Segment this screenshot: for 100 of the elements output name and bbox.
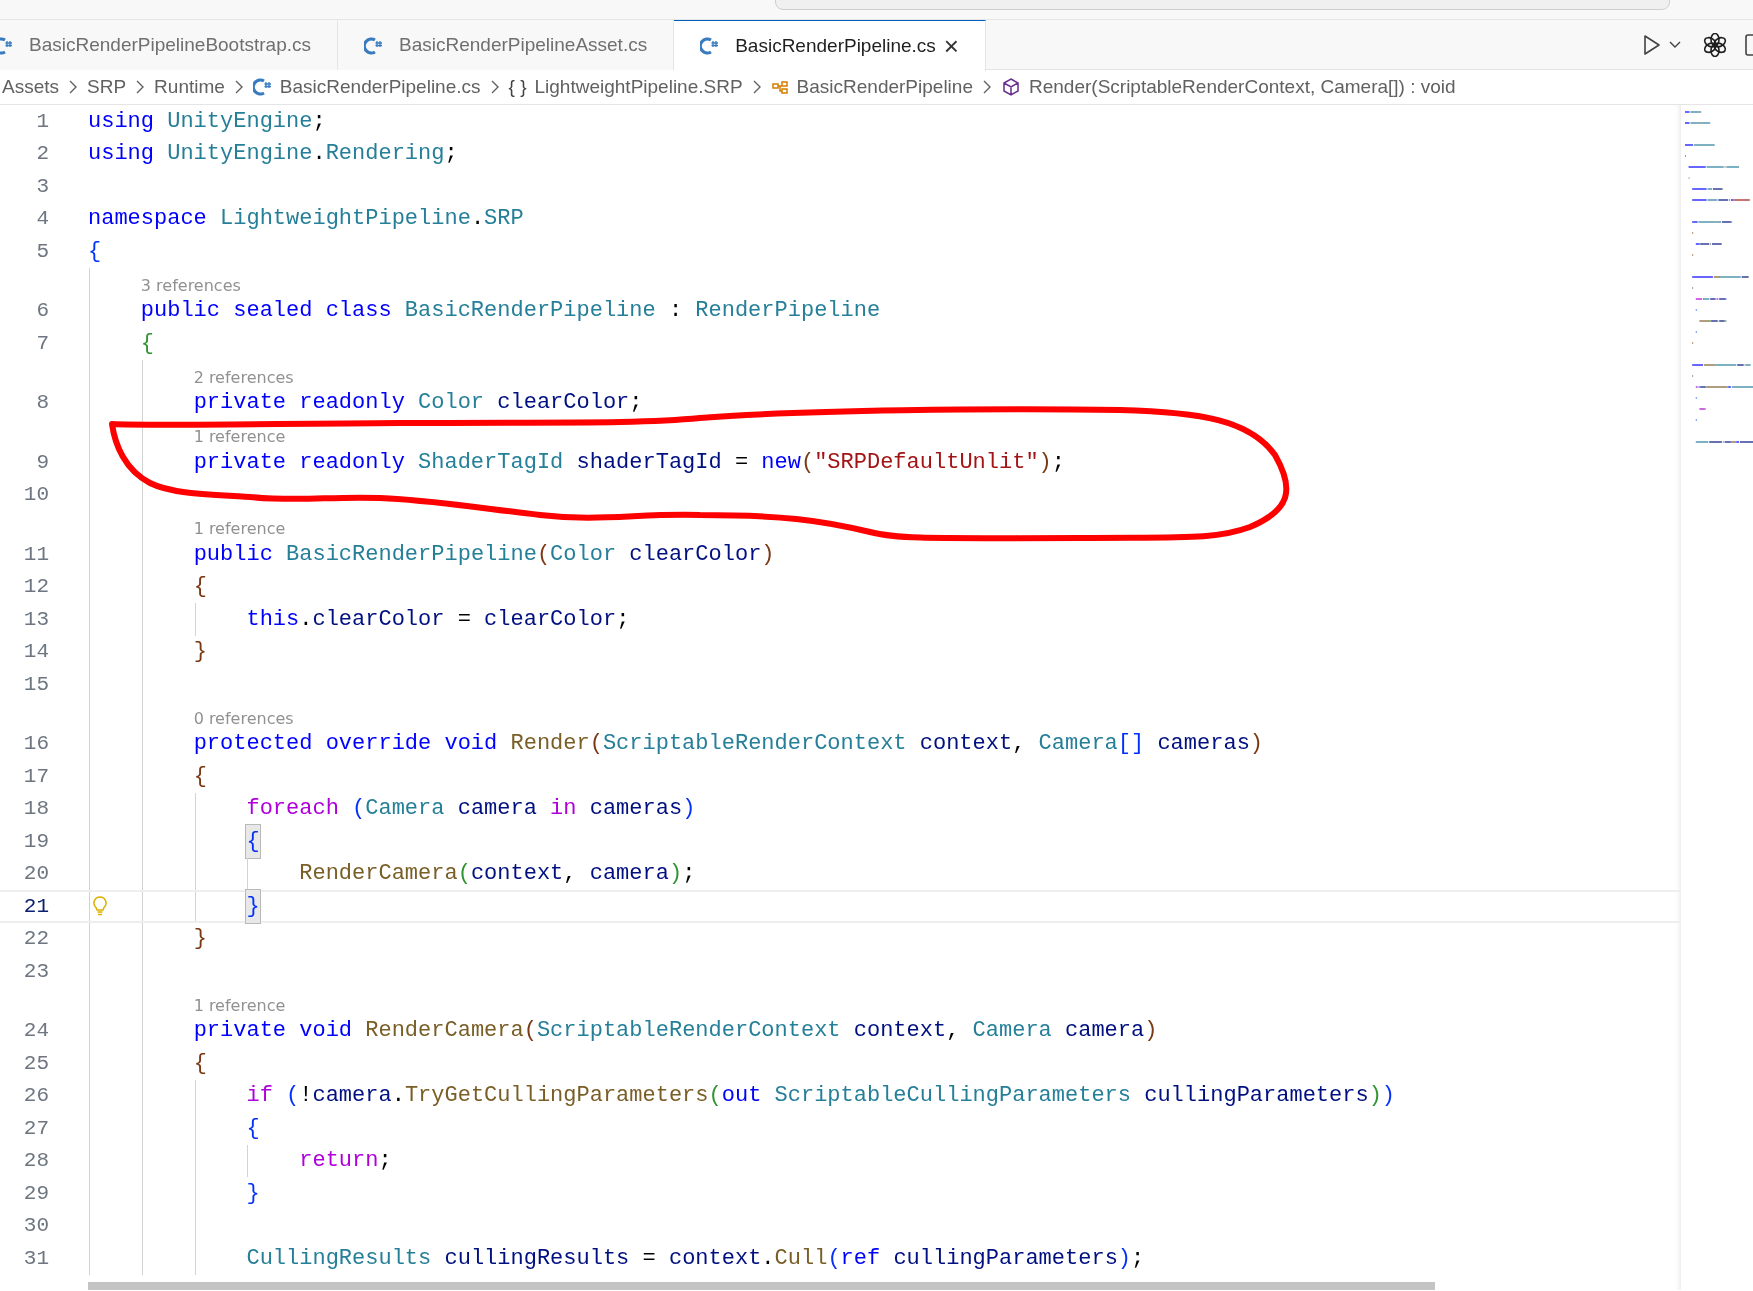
code-token: new <box>761 448 801 477</box>
chevron-icon <box>233 80 244 94</box>
line-number: 20 <box>22 861 49 887</box>
codelens-link[interactable]: 1 reference <box>193 520 286 538</box>
panel-icon <box>1745 33 1753 56</box>
code-token: , <box>1012 730 1026 759</box>
line-number: 5 <box>35 238 49 265</box>
csharp-file-icon <box>252 78 272 96</box>
code-token: BasicRenderPipeline <box>404 297 656 326</box>
codelens-link[interactable]: 1 reference <box>193 996 286 1015</box>
code-token: ScriptableRenderContext <box>602 730 907 759</box>
code-token: RenderPipeline <box>695 297 881 326</box>
code-token: LightweightPipeline <box>220 205 471 234</box>
code-token: { <box>193 762 207 791</box>
code-token: Camera <box>1038 730 1118 759</box>
line-number: 31 <box>22 1245 49 1272</box>
namespace-icon: { } <box>508 72 527 102</box>
code-token: private readonly <box>193 448 405 477</box>
code-token: ) <box>1368 1082 1382 1111</box>
code-token: ref <box>840 1244 881 1273</box>
code-token: ) <box>668 860 683 889</box>
line-number: 9 <box>35 449 49 476</box>
code-token: ( <box>708 1082 722 1111</box>
codelens-link[interactable]: 3 references <box>140 276 241 295</box>
breadcrumb-item[interactable]: Assets <box>2 72 60 102</box>
editor-tab[interactable]: BasicRenderPipelineBootstrap.cs <box>0 20 338 70</box>
breadcrumb-item[interactable]: BasicRenderPipeline.cs <box>279 72 481 102</box>
code-token: { <box>246 1114 260 1143</box>
code-token: if <box>246 1082 273 1111</box>
code-token: out <box>721 1082 762 1111</box>
code-token: cullingParameters <box>893 1244 1118 1273</box>
code-token: cullingParameters <box>1144 1082 1369 1111</box>
code-token: . <box>761 1244 775 1273</box>
scrollbar[interactable] <box>88 1282 1435 1290</box>
code-token: { <box>193 1049 207 1078</box>
line-number: 26 <box>22 1083 49 1109</box>
code-token: ( <box>457 860 471 889</box>
code-token: ) <box>1381 1082 1396 1111</box>
code-token: cullingResults <box>444 1244 630 1273</box>
line-number: 13 <box>22 606 49 633</box>
code-token: public <box>193 540 273 569</box>
code-token: context <box>853 1017 947 1046</box>
code-token: ( <box>827 1244 841 1273</box>
code-token: ShaderTagId <box>418 448 564 477</box>
code-token: } <box>193 925 207 954</box>
line-number: 22 <box>22 926 49 952</box>
breadcrumb-item[interactable]: Runtime <box>154 72 225 102</box>
code-token: camera <box>457 795 537 824</box>
codelens-link[interactable]: 2 references <box>193 368 294 387</box>
code-token: clearColor <box>497 389 630 418</box>
line-number: 16 <box>22 731 49 757</box>
csharp-file-icon <box>700 37 720 55</box>
chevron-icon <box>751 80 762 94</box>
code-token: using <box>88 140 154 169</box>
line-number: 1 <box>35 108 49 135</box>
csharp-file-icon <box>364 36 383 55</box>
code-token: , <box>946 1017 960 1046</box>
csharp-file-icon <box>0 36 13 55</box>
line-number: 12 <box>22 574 49 600</box>
code-token: } <box>193 638 207 667</box>
line-number: 25 <box>22 1050 49 1077</box>
code-token: . <box>470 205 485 234</box>
code-token: ) <box>1038 448 1052 477</box>
line-number: 3 <box>35 173 49 200</box>
code-token: this <box>246 605 300 634</box>
code-token: } <box>246 1179 260 1208</box>
code-token: in <box>550 795 577 824</box>
chevron-icon <box>489 80 500 94</box>
code-token: : <box>668 297 683 326</box>
code-token: = <box>457 605 471 634</box>
breadcrumb-item[interactable]: Render(ScriptableRenderContext, Camera[]) : void <box>1029 72 1456 102</box>
code-token: Color <box>418 389 485 418</box>
code-token: ( <box>589 730 603 759</box>
code-token: { <box>193 573 207 602</box>
code-token: shaderTagId <box>576 448 722 477</box>
chevron-icon <box>135 80 146 94</box>
breadcrumb-item[interactable]: LightweightPipeline.SRP <box>534 72 743 102</box>
code-token: camera <box>312 1082 392 1111</box>
code-token: { <box>246 824 260 858</box>
codelens-link[interactable]: 0 references <box>193 709 294 728</box>
codelens-link[interactable]: 1 reference <box>193 428 286 446</box>
code-token: private void <box>193 1017 353 1046</box>
code-token: ; <box>312 107 326 136</box>
editor-tab[interactable]: BasicRenderPipelineAsset.cs <box>338 20 675 70</box>
breadcrumb-item[interactable]: BasicRenderPipeline <box>796 72 973 102</box>
class-icon <box>770 79 789 95</box>
code-token: Camera <box>365 795 445 824</box>
code-token: ) <box>1144 1017 1158 1046</box>
code-token: foreach <box>246 795 339 824</box>
code-token: public sealed class <box>140 297 392 326</box>
close-icon[interactable]: × <box>943 33 960 59</box>
flower-icon <box>1703 32 1727 57</box>
breadcrumb-item[interactable]: SRP <box>87 72 127 102</box>
code-token: Camera <box>972 1017 1052 1046</box>
code-token: Color <box>550 540 617 569</box>
code-token: ) <box>682 795 696 824</box>
editor-tab[interactable]: BasicRenderPipeline.cs × <box>674 20 987 71</box>
line-number: 18 <box>22 796 49 822</box>
run-icon <box>1643 33 1661 56</box>
line-number: 24 <box>22 1018 49 1044</box>
